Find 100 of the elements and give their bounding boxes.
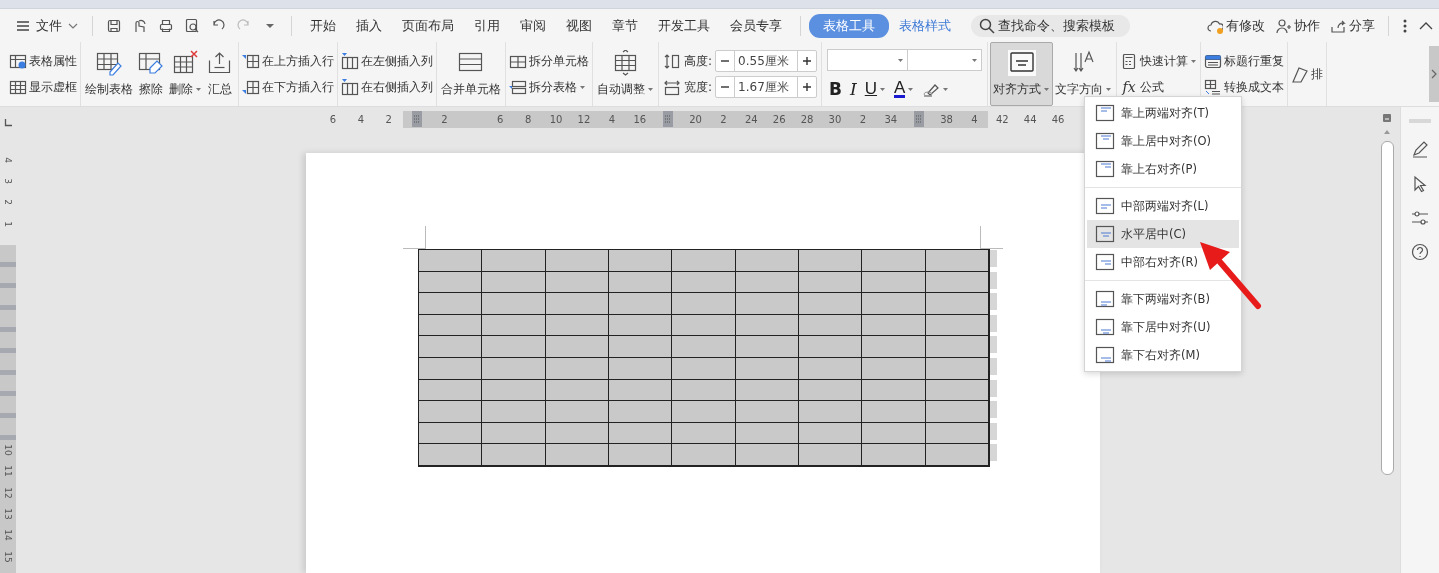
ribbon-button[interactable]: 拆分单元格 — [508, 51, 590, 71]
table-cell[interactable] — [672, 314, 736, 337]
table-cell[interactable] — [419, 401, 483, 423]
menu-item[interactable]: 靠下居中对齐(U) — [1087, 313, 1239, 341]
ribbon-button[interactable]: 在右侧插入列 — [340, 77, 434, 97]
search-field[interactable]: 查找命令、搜索模板 — [971, 14, 1130, 37]
table-cell[interactable] — [672, 379, 736, 402]
row-handle[interactable] — [990, 357, 997, 375]
table-cell[interactable] — [925, 250, 989, 272]
row-handle[interactable] — [990, 271, 997, 289]
table-cell[interactable] — [545, 444, 609, 466]
table-cell[interactable] — [862, 422, 926, 445]
row-handle[interactable] — [990, 401, 997, 419]
table-cell[interactable] — [419, 250, 483, 272]
table-cell[interactable] — [545, 401, 609, 423]
table-cell[interactable] — [482, 336, 546, 358]
table-cell[interactable] — [672, 293, 736, 315]
ribbon-button[interactable]: 删除 — [167, 42, 204, 106]
table-cell[interactable] — [862, 379, 926, 402]
table-cell[interactable] — [862, 271, 926, 294]
table-cell[interactable] — [862, 314, 926, 337]
table-cell[interactable] — [419, 293, 483, 315]
table-cell[interactable] — [799, 293, 863, 315]
pencil-icon[interactable] — [1411, 140, 1429, 158]
table-cell[interactable] — [482, 401, 546, 423]
table-cell[interactable] — [799, 336, 863, 358]
table-cell[interactable] — [482, 250, 546, 272]
menu-item[interactable]: 中部右对齐(R) — [1087, 248, 1239, 276]
format-button[interactable]: A — [892, 79, 917, 99]
ribbon-button[interactable]: 自动调整 — [595, 42, 656, 106]
save-icon[interactable] — [106, 17, 122, 34]
scrollbar-thumb[interactable] — [1380, 141, 1394, 475]
ribbon-button[interactable]: 显示虚框 — [8, 77, 78, 97]
table-cell[interactable] — [672, 336, 736, 358]
file-menu[interactable]: 文件 — [10, 16, 84, 35]
table-cell[interactable] — [482, 379, 546, 402]
table-cell[interactable] — [862, 444, 926, 466]
column-marker-icon[interactable] — [662, 111, 673, 127]
ribbon-tab[interactable]: 表格样式 — [889, 13, 961, 38]
hand-icon[interactable] — [132, 17, 148, 34]
table-cell[interactable] — [545, 336, 609, 358]
row-handle[interactable] — [990, 379, 997, 397]
split-view-icon[interactable] — [1382, 113, 1392, 123]
ribbon-tab[interactable]: 开发工具 — [648, 13, 720, 38]
ribbon-button[interactable]: 排 — [1290, 64, 1325, 84]
font-size-field[interactable] — [907, 49, 983, 71]
ribbon-button[interactable]: 表格属性 — [8, 51, 78, 71]
table-cell[interactable] — [735, 293, 799, 315]
table-cell[interactable] — [419, 444, 483, 466]
row-handle[interactable] — [990, 314, 997, 332]
table-cell[interactable] — [672, 422, 736, 445]
table-cell[interactable] — [862, 401, 926, 423]
table-cell[interactable] — [419, 336, 483, 358]
table-cell[interactable] — [482, 357, 546, 380]
table-cell[interactable] — [609, 336, 673, 358]
menu-item[interactable]: 靠下右对齐(M) — [1087, 341, 1239, 369]
sliders-icon[interactable] — [1411, 210, 1429, 226]
plus-icon[interactable] — [802, 82, 813, 92]
toolbar-button[interactable]: 协作 — [1270, 16, 1325, 35]
row-handle[interactable] — [990, 444, 997, 462]
table-cell[interactable] — [482, 293, 546, 315]
number-field[interactable]: 0.55厘米 — [715, 50, 818, 72]
plus-icon[interactable] — [802, 56, 813, 66]
ribbon-tab[interactable]: 页面布局 — [392, 13, 464, 38]
table-cell[interactable] — [735, 401, 799, 423]
table-cell[interactable] — [609, 444, 673, 466]
table-cell[interactable] — [482, 314, 546, 337]
table-cell[interactable] — [672, 250, 736, 272]
ribbon-button[interactable]: 绘制表格 — [83, 42, 135, 106]
table-cell[interactable] — [862, 293, 926, 315]
ribbon-tab[interactable]: 插入 — [346, 13, 392, 38]
table-cell[interactable] — [925, 293, 989, 315]
ribbon-button[interactable]: 拆分表格 — [508, 77, 590, 97]
ribbon-button[interactable]: 擦除 — [135, 42, 167, 106]
format-button[interactable]: U — [862, 79, 888, 99]
ribbon-button[interactable]: fx 公式 — [1119, 77, 1199, 97]
menu-item[interactable]: 靠下两端对齐(B) — [1087, 285, 1239, 313]
more-icon[interactable] — [1402, 17, 1408, 34]
menu-item[interactable]: 靠上居中对齐(O) — [1087, 127, 1239, 155]
table-cell[interactable] — [735, 250, 799, 272]
table-cell[interactable] — [419, 357, 483, 380]
menu-item[interactable]: 水平居中(C) — [1087, 220, 1239, 248]
row-handle[interactable] — [990, 422, 997, 440]
table-cell[interactable] — [419, 314, 483, 337]
table-cell[interactable] — [672, 444, 736, 466]
ribbon-tab[interactable]: 视图 — [556, 13, 602, 38]
ribbon-button[interactable]: 对齐方式 — [990, 42, 1054, 106]
table-cell[interactable] — [925, 336, 989, 358]
table-cell[interactable] — [799, 401, 863, 423]
row-handle[interactable] — [990, 336, 997, 354]
ribbon-button[interactable]: 快速计算 — [1119, 51, 1199, 71]
table-cell[interactable] — [545, 293, 609, 315]
table-cell[interactable] — [672, 271, 736, 294]
ribbon-tab[interactable]: 会员专享 — [720, 13, 792, 38]
cursor-icon[interactable] — [1412, 175, 1428, 193]
tab-stop-icon[interactable] — [4, 119, 12, 127]
font-name-field[interactable] — [827, 49, 908, 71]
ribbon-tab[interactable]: 审阅 — [510, 13, 556, 38]
table-cell[interactable] — [799, 444, 863, 466]
column-marker-icon[interactable] — [411, 111, 422, 127]
